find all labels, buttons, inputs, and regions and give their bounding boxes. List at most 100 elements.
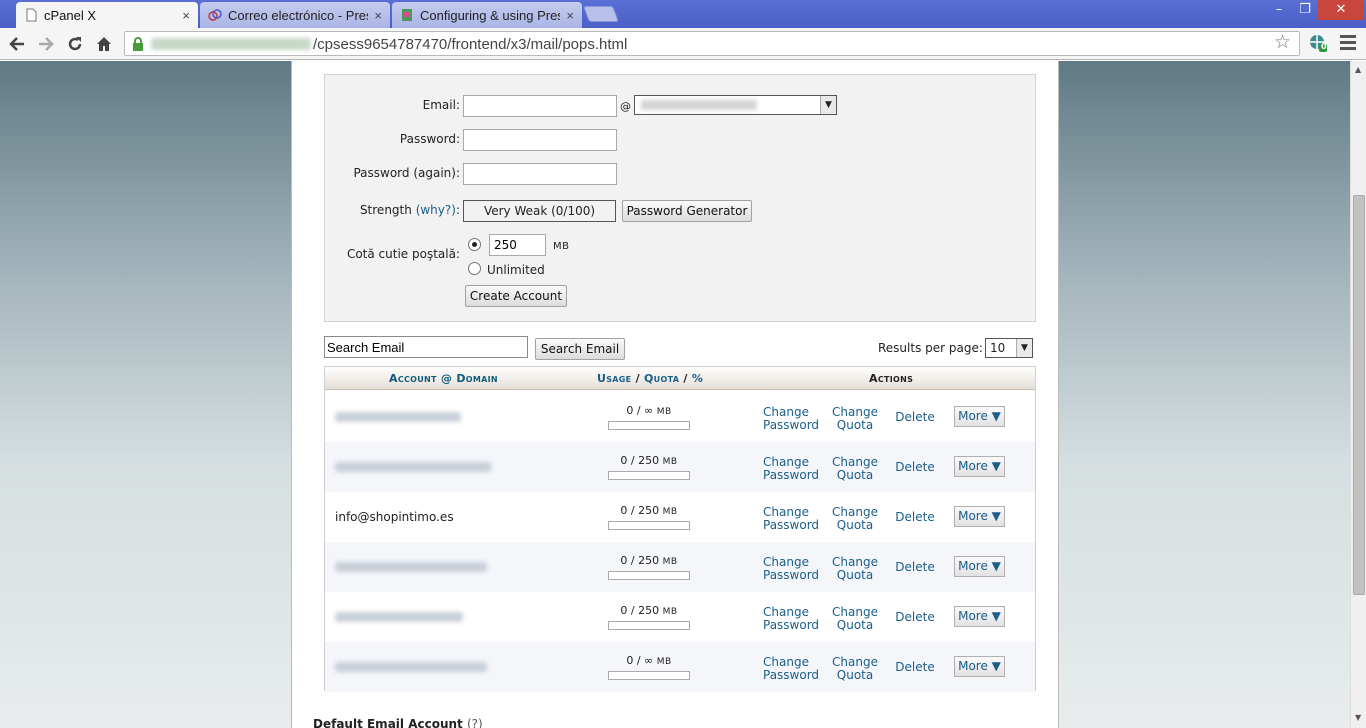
usage-value: 0 / 250: [620, 454, 660, 467]
tab-correo[interactable]: Correo electrónico - Prest ×: [200, 2, 390, 28]
usage-text: 0 / 250 MB: [607, 604, 691, 617]
link-line: Quota: [836, 418, 874, 432]
tab-configuring[interactable]: Configuring & using Prest ×: [392, 2, 582, 28]
account-domain-header[interactable]: Account @ Domain: [389, 372, 498, 385]
domain-redacted: [641, 100, 757, 110]
account-redacted: [335, 662, 487, 672]
more-button[interactable]: More ▼: [954, 606, 1005, 627]
page-scrollbar[interactable]: ▲ ▼: [1350, 61, 1366, 728]
quota-input[interactable]: [489, 234, 546, 256]
content-panel: Email: @ ▼ Password: Password (again): S…: [291, 61, 1059, 728]
reload-icon[interactable]: [64, 33, 86, 55]
link-line: Change: [763, 405, 809, 419]
change-password-link[interactable]: Change Password: [763, 455, 819, 482]
scroll-down-icon[interactable]: ▼: [1355, 713, 1361, 722]
tab-close-icon[interactable]: ×: [374, 8, 382, 23]
tab-label: Correo electrónico - Prest: [228, 7, 369, 23]
link-line: Change: [832, 605, 878, 619]
home-icon[interactable]: [93, 33, 115, 55]
password-input[interactable]: [463, 129, 617, 151]
link-line: Change: [763, 505, 809, 519]
password-generator-button[interactable]: Password Generator: [622, 200, 752, 222]
delete-link[interactable]: Delete: [895, 461, 935, 474]
browser-menu-icon[interactable]: [1340, 35, 1356, 53]
address-bar[interactable]: /cpsess9654787470/frontend/x3/mail/pops.…: [124, 31, 1300, 56]
more-button[interactable]: More ▼: [954, 456, 1005, 477]
more-button[interactable]: More ▼: [954, 556, 1005, 577]
usage-value: 0 / 250: [620, 604, 660, 617]
delete-link[interactable]: Delete: [895, 661, 935, 674]
results-per-page-label: Results per page:: [878, 341, 983, 355]
delete-link[interactable]: Delete: [895, 611, 935, 624]
usage-text: 0 / ∞ MB: [607, 654, 691, 667]
change-password-link[interactable]: Change Password: [763, 656, 819, 682]
change-quota-link[interactable]: Change Quota: [831, 656, 879, 682]
unlimited-radio[interactable]: [468, 262, 481, 275]
domain-select[interactable]: ▼: [634, 95, 837, 115]
link-line: Change: [763, 455, 809, 469]
email-label: Email:: [422, 98, 460, 112]
table-row: 0 / 250 MB Change Password Change Quota De…: [325, 542, 1035, 592]
usage-value: 0 / 250: [620, 554, 660, 567]
tab-cpanel[interactable]: cPanel X ×: [16, 2, 198, 28]
tab-close-icon[interactable]: ×: [182, 8, 190, 23]
usage-header[interactable]: Usage: [597, 372, 631, 385]
usage-value: 0 / ∞: [626, 404, 654, 417]
extension-icon[interactable]: 0: [1308, 33, 1328, 53]
tab-close-icon[interactable]: ×: [566, 8, 574, 23]
link-line: Password: [763, 618, 820, 632]
link-line: Quota: [836, 568, 874, 582]
usage-bar: [608, 521, 690, 530]
tab-label: Configuring & using Prest: [420, 7, 561, 23]
search-email-input[interactable]: [324, 336, 528, 358]
account-redacted: [335, 562, 487, 572]
bookmark-star-icon[interactable]: ☆: [1274, 31, 1291, 53]
quota-radio[interactable]: [468, 238, 481, 251]
email-input[interactable]: [463, 95, 617, 117]
strength-label-group: Strength (why?):: [300, 203, 460, 217]
change-quota-link[interactable]: Change Quota: [831, 506, 879, 532]
search-email-button[interactable]: Search Email: [535, 338, 625, 360]
change-quota-link[interactable]: Change Quota: [831, 556, 879, 582]
more-button[interactable]: More ▼: [954, 506, 1005, 527]
close-window-icon[interactable]: ✕: [1318, 0, 1364, 20]
usage-unit: MB: [662, 457, 678, 467]
results-per-page-select[interactable]: 10 ▼: [985, 338, 1033, 358]
password-again-input[interactable]: [463, 163, 617, 185]
link-line: Quota: [836, 518, 874, 532]
change-quota-link[interactable]: Change Quota: [831, 406, 879, 432]
delete-link[interactable]: Delete: [895, 511, 935, 524]
back-icon[interactable]: [6, 33, 28, 55]
usage-text: 0 / 250 MB: [607, 554, 691, 567]
change-quota-link[interactable]: Change Quota: [831, 456, 879, 482]
link-line: Password: [763, 468, 820, 482]
why-link[interactable]: (why?): [416, 203, 456, 217]
change-password-link[interactable]: Change Password: [763, 606, 819, 632]
browser-tabstrip: cPanel X × Correo electrónico - Prest × …: [0, 0, 1366, 28]
strength-label: Strength: [359, 203, 412, 217]
minimize-icon[interactable]: –: [1266, 0, 1292, 20]
scroll-up-icon[interactable]: ▲: [1355, 65, 1361, 74]
forward-icon[interactable]: [35, 33, 57, 55]
change-quota-link[interactable]: Change Quota: [831, 606, 879, 632]
delete-link[interactable]: Delete: [895, 561, 935, 574]
create-account-button[interactable]: Create Account: [465, 285, 567, 307]
table-row: 0 / ∞ MB Change Password Change Quota Dele…: [325, 392, 1035, 442]
account-redacted: [335, 462, 491, 472]
link-line: Password: [763, 568, 820, 582]
percent-header[interactable]: %: [692, 372, 703, 385]
more-button[interactable]: More ▼: [954, 656, 1005, 677]
more-button[interactable]: More ▼: [954, 406, 1005, 427]
change-password-link[interactable]: Change Password: [763, 405, 819, 432]
link-line: Change: [832, 455, 878, 469]
delete-link[interactable]: Delete: [895, 411, 935, 424]
usage-text: 0 / ∞ MB: [607, 404, 691, 417]
new-tab-button[interactable]: [583, 6, 619, 22]
change-password-link[interactable]: Change Password: [763, 505, 819, 532]
quota-header[interactable]: Quota: [644, 372, 679, 385]
chevron-down-icon: ▼: [820, 96, 836, 114]
scroll-thumb[interactable]: [1353, 195, 1365, 595]
change-password-link[interactable]: Change Password: [763, 556, 819, 582]
help-link[interactable]: (?): [467, 717, 483, 728]
restore-icon[interactable]: ❐: [1292, 0, 1318, 20]
